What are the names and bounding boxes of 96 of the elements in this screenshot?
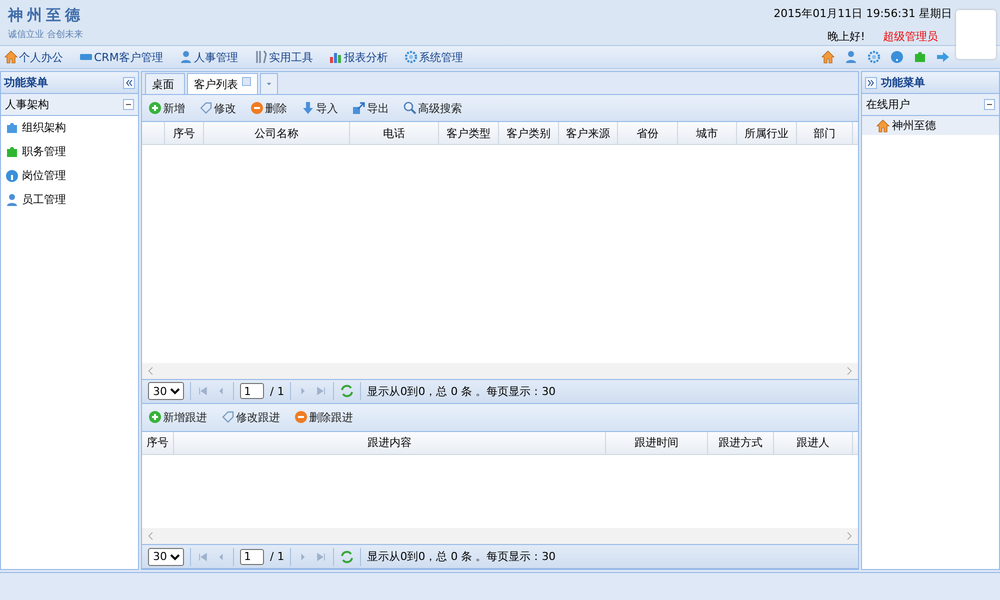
expand-button[interactable] bbox=[865, 76, 877, 88]
toolbar-button[interactable]: 新增 bbox=[148, 100, 185, 116]
add-icon bbox=[148, 101, 162, 115]
date-time: 2015年01月11日 19:56:31 星期日 bbox=[774, 6, 952, 21]
toolbar-button[interactable]: 导入 bbox=[301, 100, 338, 116]
user-icon bbox=[844, 50, 858, 64]
column-header: 跟进时间 bbox=[606, 432, 708, 454]
total-pages: / 1 bbox=[270, 384, 284, 398]
puzzle-icon bbox=[913, 50, 927, 64]
toolbar-button[interactable]: 导出 bbox=[352, 100, 389, 116]
house-icon bbox=[4, 50, 18, 64]
toolbar-button[interactable]: 删除跟进 bbox=[294, 410, 353, 425]
refresh-icon bbox=[340, 384, 354, 398]
last-page-icon bbox=[315, 385, 328, 398]
panel-title: 功能菜单 bbox=[4, 75, 49, 90]
menu-item[interactable]: CRM客户管理 bbox=[79, 50, 163, 64]
house-icon bbox=[876, 118, 890, 132]
column-header: 所属行业 bbox=[737, 122, 797, 144]
user-icon bbox=[178, 50, 193, 64]
online-user[interactable]: 神州至德 bbox=[862, 116, 999, 135]
settings-icon bbox=[867, 50, 881, 64]
first-page-icon bbox=[197, 550, 209, 562]
column-header: 客户类别 bbox=[499, 122, 559, 144]
column-header: 电话 bbox=[350, 122, 439, 144]
column-header: 跟进内容 bbox=[174, 432, 606, 454]
puzzle-icon bbox=[5, 120, 19, 134]
greeting: 晚上好! bbox=[828, 29, 865, 44]
logo-slogan: 诚信立业 合创未来 bbox=[8, 28, 84, 41]
page-input[interactable]: 1 bbox=[240, 383, 264, 400]
toolbar-button[interactable]: 高级搜索 bbox=[403, 100, 462, 116]
avatar bbox=[956, 10, 996, 59]
sidebar-item[interactable]: 职务管理 bbox=[1, 140, 138, 164]
user-role: 超级管理员 bbox=[883, 29, 938, 44]
toolbar-button[interactable]: 修改 bbox=[199, 100, 236, 116]
remove-icon bbox=[294, 410, 308, 424]
remove-icon bbox=[250, 101, 264, 115]
pager-info: 显示从0到0，总 0 条 。每页显示：30 bbox=[367, 549, 556, 564]
section-title: 人事架构 bbox=[5, 97, 49, 112]
section-title: 在线用户 bbox=[866, 97, 910, 112]
menu-item[interactable]: 人事管理 bbox=[178, 50, 238, 64]
page-input[interactable]: 1 bbox=[240, 548, 264, 564]
collapse-button[interactable] bbox=[984, 99, 995, 110]
house-icon bbox=[821, 50, 835, 64]
column-header: 客户来源 bbox=[559, 122, 618, 144]
toolbar-button[interactable]: 新增跟进 bbox=[148, 410, 207, 425]
column-header: 部门 bbox=[797, 122, 853, 144]
settings-icon bbox=[404, 50, 418, 64]
page-size-select[interactable]: 30 bbox=[148, 382, 184, 400]
first-page-icon bbox=[197, 385, 209, 398]
tab[interactable]: 桌面 bbox=[145, 73, 185, 94]
down-arrow-icon bbox=[301, 101, 315, 115]
page-size-select[interactable]: 30 bbox=[148, 548, 184, 566]
menu-item[interactable]: 报表分析 bbox=[328, 50, 388, 64]
collapse-button[interactable] bbox=[123, 76, 135, 88]
tools-icon bbox=[254, 50, 268, 64]
total-pages: / 1 bbox=[270, 550, 284, 563]
sidebar-item[interactable]: 员工管理 bbox=[1, 188, 138, 212]
toolbar-button[interactable]: 删除 bbox=[250, 100, 287, 116]
bar-chart-icon bbox=[328, 50, 343, 64]
info-icon bbox=[5, 168, 19, 182]
column-header: 公司名称 bbox=[204, 122, 350, 144]
double-left-icon bbox=[125, 78, 133, 86]
column-header: 城市 bbox=[678, 122, 737, 144]
sidebar-item[interactable]: 组织架构 bbox=[1, 116, 138, 140]
menu-item[interactable]: 个人办公 bbox=[4, 50, 63, 64]
column-header: 序号 bbox=[165, 122, 204, 144]
arrow-right-icon bbox=[936, 50, 950, 64]
horizontal-scrollbar[interactable] bbox=[142, 362, 858, 379]
export-icon bbox=[352, 101, 366, 115]
column-header: 序号 bbox=[142, 432, 174, 454]
menu-item[interactable]: 系统管理 bbox=[404, 50, 463, 64]
tag-icon bbox=[199, 101, 213, 115]
column-header: 跟进人 bbox=[774, 432, 853, 454]
tab[interactable]: 客户列表 bbox=[187, 73, 258, 94]
add-icon bbox=[148, 410, 162, 424]
logo-title: 神州至德 bbox=[8, 6, 84, 25]
double-right-icon bbox=[867, 78, 875, 86]
minus-icon bbox=[986, 101, 993, 108]
toolbar-button[interactable]: 修改跟进 bbox=[221, 410, 280, 425]
pager-info: 显示从0到0，总 0 条 。每页显示：30 bbox=[367, 384, 556, 399]
column-header: 省份 bbox=[618, 122, 678, 144]
minus-icon bbox=[125, 101, 132, 108]
horizontal-scrollbar[interactable] bbox=[142, 528, 858, 544]
last-page-icon bbox=[315, 550, 328, 562]
puzzle-icon bbox=[5, 144, 19, 158]
collapse-button[interactable] bbox=[123, 99, 134, 110]
tag-icon bbox=[221, 410, 235, 424]
panel-title: 功能菜单 bbox=[881, 75, 925, 90]
column-header: 跟进方式 bbox=[708, 432, 774, 454]
user-icon bbox=[5, 192, 19, 206]
caret-icon bbox=[265, 80, 273, 88]
sidebar-item[interactable]: 岗位管理 bbox=[1, 164, 138, 188]
menu-item[interactable]: 实用工具 bbox=[254, 50, 313, 64]
refresh-icon bbox=[340, 550, 354, 564]
search-icon bbox=[403, 101, 417, 115]
column-header: 客户类型 bbox=[439, 122, 499, 144]
